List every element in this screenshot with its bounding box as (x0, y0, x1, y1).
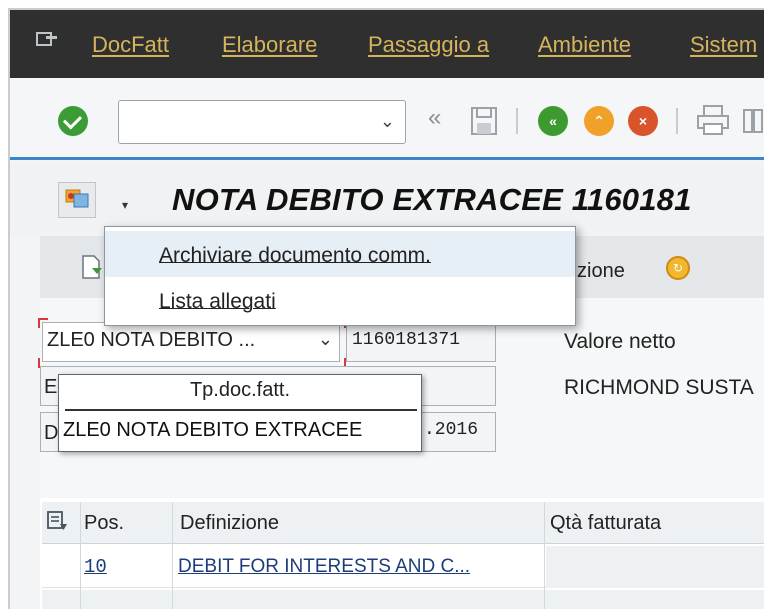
chevron-down-icon[interactable]: ⌄ (380, 111, 395, 132)
menu-item-attachment-list[interactable]: Lista allegati (105, 277, 575, 323)
back-green-icon[interactable]: « (538, 106, 568, 136)
menu-docfatt[interactable]: DocFatt (92, 32, 169, 58)
services-caret-icon[interactable]: ▾ (122, 198, 128, 212)
page-title: NOTA DEBITO EXTRACEE 1160181 (172, 182, 692, 217)
tooltip-body: ZLE0 NOTA DEBITO EXTRACEE (63, 419, 363, 441)
menu-bar: DocFatt Elaborare Passaggio a Ambiente S… (10, 10, 764, 78)
save-icon[interactable] (470, 106, 498, 136)
billing-document-number: 1160181371 (346, 322, 496, 362)
ok-icon[interactable] (58, 106, 88, 136)
item-definition-cell[interactable]: DEBIT FOR INTERESTS AND C... (178, 556, 470, 578)
menu-ambiente[interactable]: Ambiente (538, 32, 631, 58)
billing-type-value: ZLE0 NOTA DEBITO ... (47, 329, 256, 351)
find-icon[interactable] (742, 106, 764, 136)
menu-exit-icon[interactable] (36, 32, 58, 46)
column-header-definition[interactable]: Definizione (180, 512, 279, 535)
chevron-down-icon[interactable]: ⌄ (318, 329, 333, 350)
menu-passaggio-a[interactable]: Passaggio a (368, 32, 489, 58)
menu-sistema[interactable]: Sistem (690, 32, 757, 58)
services-for-object-icon (65, 189, 89, 208)
tooltip-divider (65, 409, 417, 411)
column-separator (172, 502, 173, 609)
exit-yellow-icon[interactable]: ⌃ (584, 106, 614, 136)
billed-qty-cell[interactable] (546, 546, 764, 588)
column-separator (544, 502, 545, 609)
app-toolbar-button-label[interactable]: zione (577, 260, 625, 283)
services-dropdown-menu: Archiviare documento comm. Lista allegat… (104, 226, 576, 326)
cancel-red-icon[interactable]: × (628, 106, 658, 136)
table-row[interactable] (42, 590, 764, 609)
column-header-billed-qty[interactable]: Qtà fatturata (550, 512, 661, 535)
payer-label: E (44, 376, 58, 398)
billing-type-select[interactable]: ZLE0 NOTA DEBITO ... ⌄ (42, 322, 340, 362)
print-icon[interactable] (696, 104, 730, 136)
document-flow-icon[interactable] (80, 254, 104, 280)
item-pos-cell[interactable]: 10 (84, 556, 107, 578)
command-field[interactable]: ⌄ (118, 100, 406, 144)
payer-name: RICHMOND SUSTA (564, 376, 754, 399)
billing-date-label: D (44, 422, 59, 444)
toolbar-separator (676, 108, 678, 134)
command-input[interactable] (125, 107, 365, 137)
focus-corner-mark (38, 318, 48, 328)
column-separator (80, 502, 81, 609)
back-double-icon[interactable]: « (428, 104, 441, 132)
net-value-label: Valore netto (564, 330, 676, 353)
column-header-pos[interactable]: Pos. (84, 512, 124, 535)
field-tooltip: Tp.doc.fatt. ZLE0 NOTA DEBITO EXTRACEE (58, 374, 422, 452)
billing-date-value: .2016 (424, 420, 479, 440)
refresh-icon[interactable]: ↻ (666, 256, 690, 280)
services-for-object-button[interactable] (58, 182, 96, 218)
toolbar-separator (516, 108, 518, 134)
menu-item-archive-document[interactable]: Archiviare documento comm. (105, 231, 575, 277)
menu-elaborare[interactable]: Elaborare (222, 32, 317, 58)
tooltip-heading: Tp.doc.fatt. (189, 379, 291, 401)
table-settings-icon[interactable] (46, 510, 68, 532)
